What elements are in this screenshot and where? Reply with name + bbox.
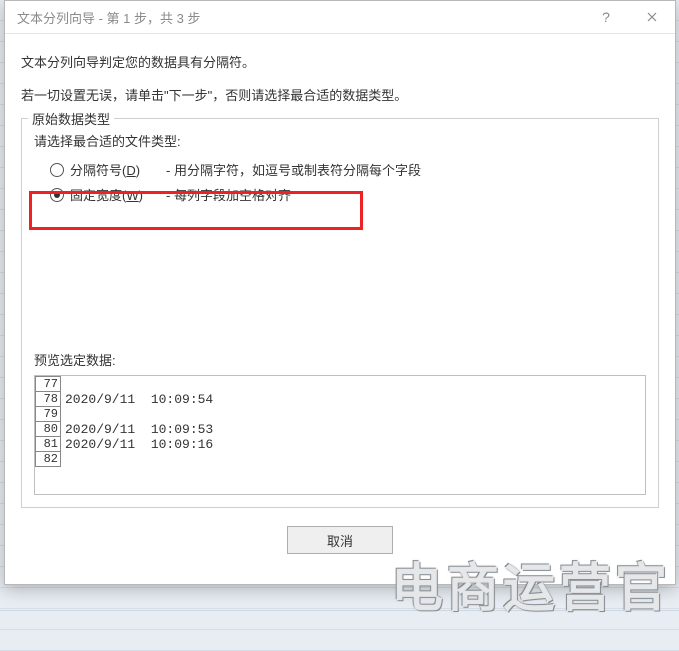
radio-delimited-label: 分隔符号(D) (70, 160, 166, 179)
fieldset-legend: 原始数据类型 (28, 109, 114, 128)
cancel-button[interactable]: 取消 (287, 526, 393, 554)
action-row: 取消 (21, 508, 659, 574)
preview-line-number: 82 (36, 452, 61, 467)
preview-line-text (61, 407, 218, 422)
preview-row: 782020/9/11 10:09:54 (36, 392, 218, 407)
radio-icon (50, 188, 64, 202)
preview-line-text (61, 452, 218, 467)
close-button[interactable] (629, 1, 675, 33)
preview-line-number: 81 (36, 437, 61, 452)
radio-fixed-width-label: 固定宽度(W) (70, 185, 166, 204)
preview-label: 预览选定数据: (34, 350, 646, 369)
preview-row: 802020/9/11 10:09:53 (36, 422, 218, 437)
intro-line-1: 文本分列向导判定您的数据具有分隔符。 (21, 52, 659, 71)
preview-line-number: 79 (36, 407, 61, 422)
preview-row: 79 (36, 407, 218, 422)
preview-table: 77782020/9/11 10:09:5479802020/9/11 10:0… (35, 376, 218, 467)
titlebar[interactable]: 文本分列向导 - 第 1 步，共 3 步 ? (5, 1, 675, 34)
preview-line-text: 2020/9/11 10:09:54 (61, 392, 218, 407)
window-title: 文本分列向导 - 第 1 步，共 3 步 (17, 8, 583, 27)
preview-row: 82 (36, 452, 218, 467)
preview-line-text: 2020/9/11 10:09:16 (61, 437, 218, 452)
radio-icon (50, 163, 64, 177)
preview-data-box[interactable]: 77782020/9/11 10:09:5479802020/9/11 10:0… (34, 375, 646, 495)
radio-fixed-width[interactable]: 固定宽度(W) - 每列字段加空格对齐 (50, 185, 646, 204)
wizard-window: 文本分列向导 - 第 1 步，共 3 步 ? 文本分列向导判定您的数据具有分隔符… (4, 0, 676, 585)
radio-fixed-width-desc: - 每列字段加空格对齐 (166, 185, 291, 204)
preview-row: 77 (36, 377, 218, 392)
preview-line-text: 2020/9/11 10:09:53 (61, 422, 218, 437)
preview-line-number: 78 (36, 392, 61, 407)
preview-row: 812020/9/11 10:09:16 (36, 437, 218, 452)
preview-line-number: 77 (36, 377, 61, 392)
content-area: 文本分列向导判定您的数据具有分隔符。 若一切设置无误，请单击"下一步"，否则请选… (5, 34, 675, 584)
close-icon (647, 12, 657, 22)
preview-line-text (61, 377, 218, 392)
preview-line-number: 80 (36, 422, 61, 437)
radio-delimited[interactable]: 分隔符号(D) - 用分隔字符，如逗号或制表符分隔每个字段 (50, 160, 646, 179)
help-button[interactable]: ? (583, 1, 629, 33)
fieldset-prompt: 请选择最合适的文件类型: (34, 131, 646, 150)
radio-delimited-desc: - 用分隔字符，如逗号或制表符分隔每个字段 (166, 160, 421, 179)
intro-line-2: 若一切设置无误，请单击"下一步"，否则请选择最合适的数据类型。 (21, 85, 659, 104)
original-data-type-fieldset: 原始数据类型 请选择最合适的文件类型: 分隔符号(D) - 用分隔字符，如逗号或… (21, 118, 659, 508)
